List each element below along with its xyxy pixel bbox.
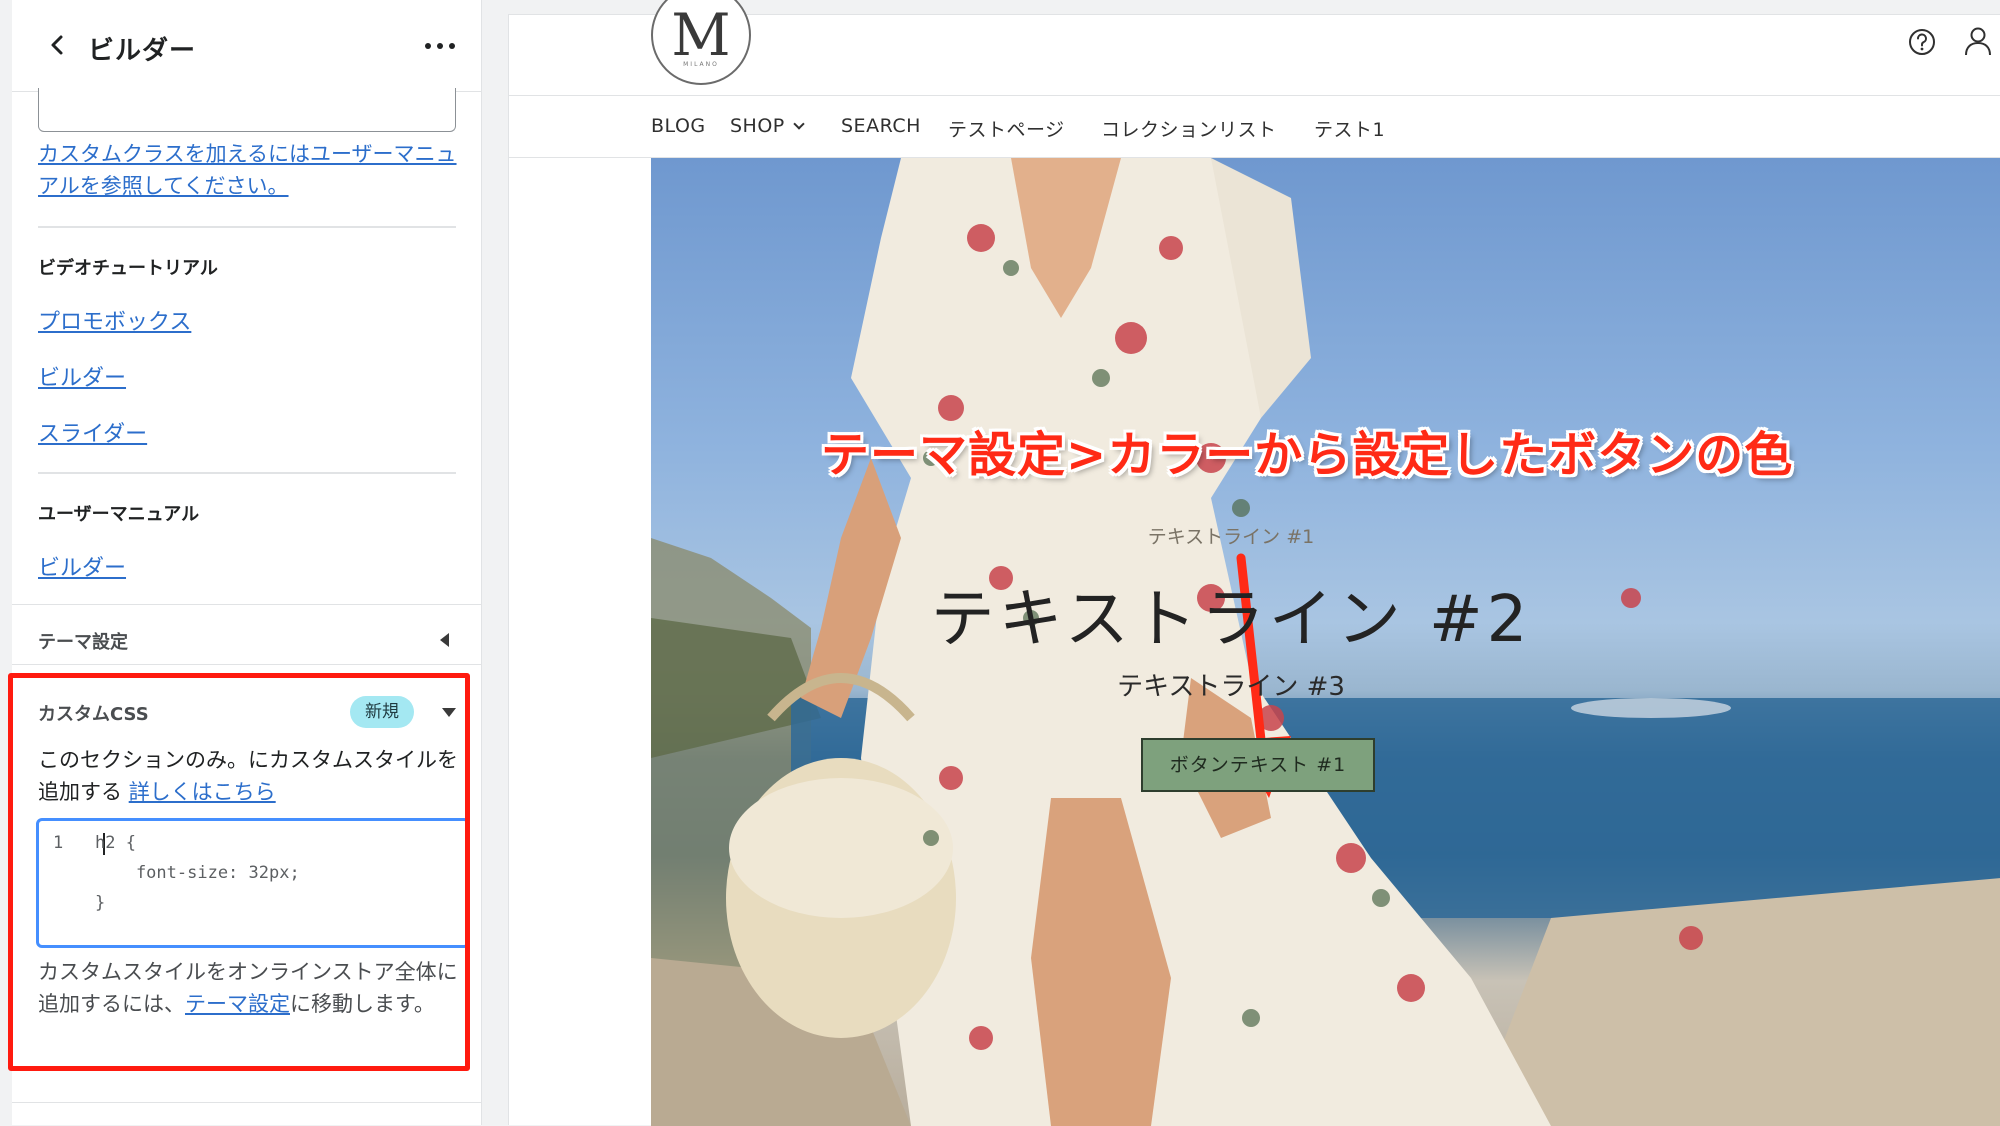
nav-shop[interactable]: SHOP xyxy=(730,115,805,137)
hero-text-line-1: テキストライン #1 xyxy=(1147,526,1315,548)
nav-blog[interactable]: BLOG xyxy=(651,115,706,137)
back-icon[interactable] xyxy=(42,30,72,60)
custom-class-manual-link[interactable]: カスタムクラスを加えるにはユーザーマニュアルを参照してください。 xyxy=(38,138,458,202)
help-icon[interactable] xyxy=(1907,27,1937,57)
store-preview: M MILANO BLOG SHOP SEARCH テストページ コレクションリ… xyxy=(508,0,2000,1126)
annotation-callout: テーマ設定>カラーから設定したボタンの色 xyxy=(821,427,1794,483)
triangle-left-icon[interactable] xyxy=(440,633,449,647)
sidebar-header: ビルダー xyxy=(12,0,482,92)
manual-link-builder[interactable]: ビルダー xyxy=(38,550,126,582)
video-link-promobox[interactable]: プロモボックス xyxy=(38,304,191,336)
header-divider xyxy=(509,95,2000,96)
hero-text-line-3: テキストライン #3 xyxy=(1117,672,1345,702)
logo-letter: M xyxy=(671,1,731,69)
hero-button[interactable]: ボタンテキスト #1 xyxy=(1141,738,1375,792)
divider xyxy=(12,604,482,605)
divider xyxy=(38,472,456,474)
store-logo[interactable]: M MILANO xyxy=(651,0,751,85)
logo-subtext: MILANO xyxy=(683,61,719,68)
nav-collection-list[interactable]: コレクションリスト xyxy=(1101,115,1277,142)
video-link-slider[interactable]: スライダー xyxy=(38,416,147,448)
more-icon[interactable] xyxy=(420,34,460,58)
chevron-down-icon xyxy=(793,118,805,130)
sidebar-title: ビルダー xyxy=(88,36,197,66)
nav-test-page[interactable]: テストページ xyxy=(948,115,1065,142)
user-manual-label: ユーザーマニュアル xyxy=(38,504,200,525)
nav-test1[interactable]: テスト1 xyxy=(1314,115,1385,142)
divider xyxy=(38,226,456,228)
nav-search[interactable]: SEARCH xyxy=(841,115,921,137)
divider xyxy=(12,1102,482,1103)
hero-banner: テキストライン #1 テキストライン #2 テキストライン #3 ボタンテキスト… xyxy=(651,158,2000,1126)
video-link-builder[interactable]: ビルダー xyxy=(38,360,126,392)
nav-shop-label: SHOP xyxy=(730,115,785,137)
theme-settings-row[interactable]: テーマ設定 xyxy=(38,628,128,654)
divider xyxy=(12,664,482,665)
highlight-box xyxy=(8,673,470,1071)
user-icon[interactable] xyxy=(1963,25,1993,57)
custom-class-input[interactable] xyxy=(38,88,456,132)
video-tutorial-label: ビデオチュートリアル xyxy=(38,258,218,279)
hero-text-line-2: テキストライン #2 xyxy=(930,583,1532,657)
